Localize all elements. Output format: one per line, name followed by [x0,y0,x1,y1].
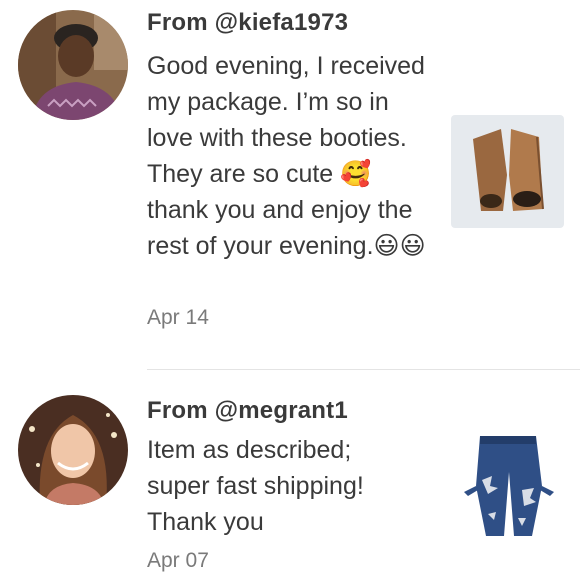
jeans-photo-icon [452,430,564,542]
review-author[interactable]: From @kiefa1973 [147,9,348,37]
item-thumbnail[interactable] [452,430,564,542]
review-item: From @megrant1 Item as described; super … [0,371,580,579]
bootie-photo-icon [451,115,564,228]
avatar-photo-icon [18,10,128,120]
reviewer-avatar[interactable] [18,10,128,120]
divider [147,369,580,370]
avatar-photo-icon [18,395,128,505]
review-text: Item as described; super fast shipping! … [147,436,364,536]
reviews-feed: From @kiefa1973 Good evening, I received… [0,0,580,579]
review-date: Apr 07 [147,549,209,572]
reviewer-avatar[interactable] [18,395,128,505]
item-thumbnail[interactable] [451,115,564,228]
review-author[interactable]: From @megrant1 [147,397,348,425]
review-date: Apr 14 [147,306,209,329]
review-item: From @kiefa1973 Good evening, I received… [0,0,580,370]
review-text: Good evening, I received my package. I’m… [147,52,426,260]
